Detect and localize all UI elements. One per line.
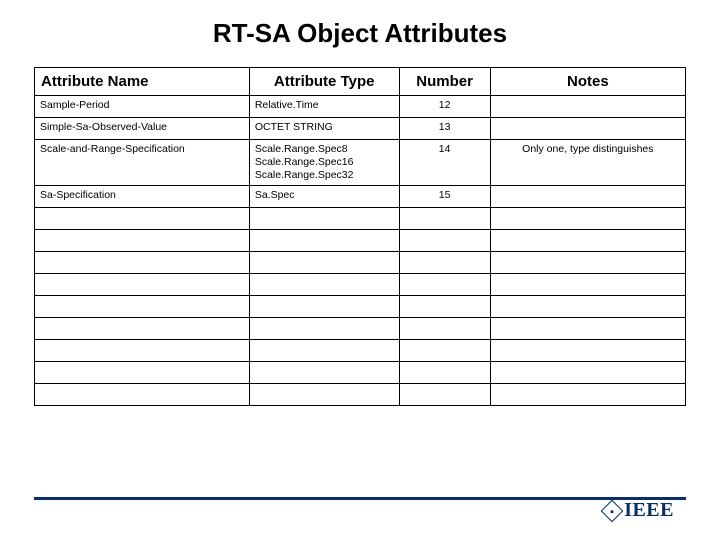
- col-header-type: Attribute Type: [249, 68, 399, 96]
- cell-name: [35, 384, 250, 406]
- cell-name: [35, 252, 250, 274]
- cell-notes: [490, 274, 685, 296]
- cell-type: [249, 318, 399, 340]
- cell-type: [249, 340, 399, 362]
- table-row: [35, 208, 686, 230]
- table-row: [35, 230, 686, 252]
- col-header-number: Number: [399, 68, 490, 96]
- footer-rule: [34, 497, 686, 500]
- table-row: [35, 384, 686, 406]
- cell-number: [399, 274, 490, 296]
- cell-notes: [490, 384, 685, 406]
- cell-type: [249, 252, 399, 274]
- page-title: RT-SA Object Attributes: [34, 18, 686, 49]
- cell-notes: [490, 318, 685, 340]
- table-header-row: Attribute Name Attribute Type Number Not…: [35, 68, 686, 96]
- cell-name: [35, 318, 250, 340]
- table-row: [35, 274, 686, 296]
- cell-number: [399, 362, 490, 384]
- table-row: [35, 318, 686, 340]
- cell-notes: [490, 208, 685, 230]
- table-row: Sa-SpecificationSa.Spec15: [35, 186, 686, 208]
- table-row: [35, 340, 686, 362]
- cell-name: [35, 296, 250, 318]
- cell-number: 12: [399, 96, 490, 118]
- cell-notes: [490, 362, 685, 384]
- cell-notes: [490, 252, 685, 274]
- cell-notes: [490, 340, 685, 362]
- cell-type: [249, 296, 399, 318]
- slide: RT-SA Object Attributes Attribute Name A…: [0, 0, 720, 540]
- table-row: [35, 362, 686, 384]
- cell-notes: [490, 230, 685, 252]
- cell-type: Relative.Time: [249, 96, 399, 118]
- table-row: Sample-PeriodRelative.Time12: [35, 96, 686, 118]
- cell-notes: [490, 186, 685, 208]
- cell-number: [399, 296, 490, 318]
- cell-type: [249, 208, 399, 230]
- cell-name: [35, 230, 250, 252]
- cell-number: [399, 252, 490, 274]
- table-row: Simple-Sa-Observed-ValueOCTET STRING13: [35, 118, 686, 140]
- cell-number: 15: [399, 186, 490, 208]
- cell-type: [249, 362, 399, 384]
- cell-name: [35, 208, 250, 230]
- attributes-table: Attribute Name Attribute Type Number Not…: [34, 67, 686, 406]
- cell-number: [399, 340, 490, 362]
- cell-type: [249, 384, 399, 406]
- cell-name: Simple-Sa-Observed-Value: [35, 118, 250, 140]
- ieee-logo-text: IEEE: [624, 499, 674, 522]
- cell-name: Sample-Period: [35, 96, 250, 118]
- cell-number: [399, 230, 490, 252]
- cell-number: [399, 384, 490, 406]
- table-row: [35, 252, 686, 274]
- cell-name: Sa-Specification: [35, 186, 250, 208]
- cell-type: Sa.Spec: [249, 186, 399, 208]
- cell-number: 13: [399, 118, 490, 140]
- cell-number: 14: [399, 140, 490, 186]
- cell-number: [399, 208, 490, 230]
- ieee-logo: IEEE: [604, 499, 674, 522]
- col-header-notes: Notes: [490, 68, 685, 96]
- cell-type: Scale.Range.Spec8Scale.Range.Spec16Scale…: [249, 140, 399, 186]
- cell-notes: [490, 118, 685, 140]
- cell-notes: [490, 296, 685, 318]
- cell-number: [399, 318, 490, 340]
- col-header-name: Attribute Name: [35, 68, 250, 96]
- cell-name: [35, 362, 250, 384]
- table-row: Scale-and-Range-SpecificationScale.Range…: [35, 140, 686, 186]
- cell-notes: [490, 96, 685, 118]
- cell-type: [249, 230, 399, 252]
- ieee-emblem-icon: [601, 499, 624, 522]
- table-row: [35, 296, 686, 318]
- cell-type: [249, 274, 399, 296]
- cell-name: Scale-and-Range-Specification: [35, 140, 250, 186]
- cell-name: [35, 274, 250, 296]
- cell-type: OCTET STRING: [249, 118, 399, 140]
- cell-notes: Only one, type distinguishes: [490, 140, 685, 186]
- cell-name: [35, 340, 250, 362]
